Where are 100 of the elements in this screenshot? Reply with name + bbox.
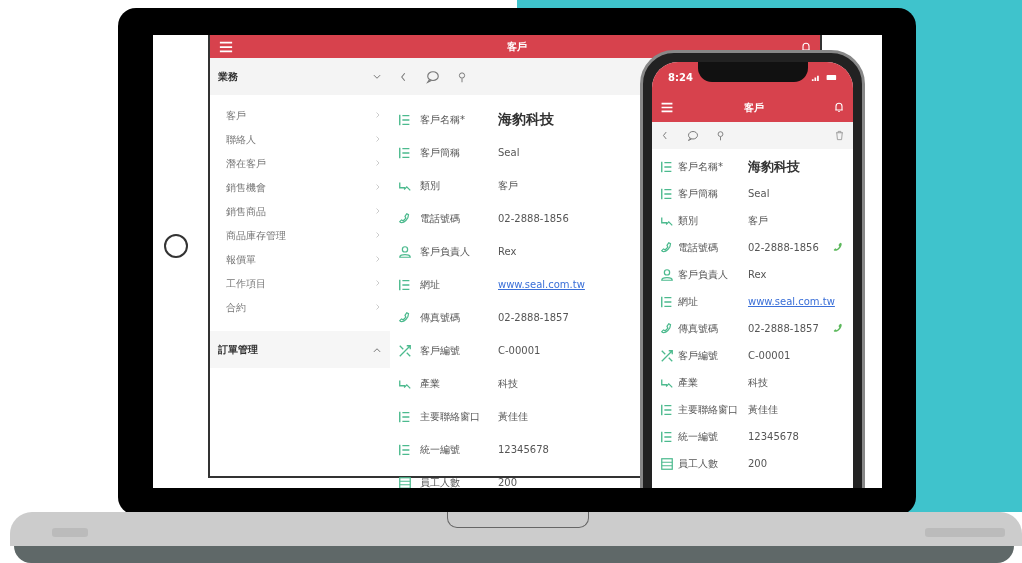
menu-icon[interactable]: [218, 39, 234, 54]
field-label: 客戶負責人: [420, 245, 471, 259]
item-label: 報價單: [226, 252, 256, 267]
sidebar-item[interactable]: 工作項目: [210, 271, 390, 295]
call-icon[interactable]: [832, 241, 845, 254]
signal-battery-icon: [811, 72, 837, 82]
sidebar-item[interactable]: 聯絡人: [210, 127, 390, 151]
lines-icon: [398, 409, 412, 424]
field-value: 黃佳佳: [748, 403, 779, 417]
lines-icon: [398, 145, 412, 160]
menu-group-header[interactable]: 業務: [210, 58, 390, 95]
chevron-right-icon: [374, 279, 382, 287]
location-pin-icon[interactable]: [715, 130, 726, 141]
field-value: 海豹科技: [748, 157, 801, 176]
field-label: 客戶負責人: [678, 268, 729, 282]
menu-icon[interactable]: [660, 100, 674, 114]
item-label: 客戶: [226, 108, 246, 123]
chevron-right-icon: [374, 303, 382, 311]
bell-icon[interactable]: [833, 101, 845, 113]
field-value: 02-2888-1856: [498, 212, 569, 226]
sidebar-item[interactable]: 報價單: [210, 247, 390, 271]
field-value: 黃佳佳: [498, 410, 528, 424]
lines-icon: [398, 112, 412, 127]
chevron-right-icon: [374, 183, 382, 191]
sidebar-item[interactable]: 銷售機會: [210, 175, 390, 199]
phone-icon: [660, 240, 674, 255]
grid-icon: [660, 456, 674, 471]
field-label: 員工人數: [420, 476, 461, 488]
field-label: 網址: [420, 278, 441, 292]
field-label: 傳真號碼: [678, 322, 719, 336]
trash-icon[interactable]: [834, 130, 845, 141]
field-label: 類別: [420, 179, 441, 193]
grid-icon: [398, 475, 412, 488]
field-label: 主要聯絡窗口: [678, 403, 739, 417]
sidebar-item[interactable]: 銷售商品: [210, 199, 390, 223]
person-icon: [398, 244, 412, 259]
sidebar-item[interactable]: 商品庫存管理: [210, 223, 390, 247]
field-label: 統一編號: [678, 430, 719, 444]
field-value: 客戶: [498, 179, 518, 193]
lines-icon: [398, 442, 412, 457]
field-label: 客戶簡稱: [678, 187, 719, 201]
ring-icon: [163, 233, 189, 259]
location-pin-icon[interactable]: [456, 70, 468, 83]
item-label: 銷售商品: [226, 204, 266, 219]
sidebar-item[interactable]: 合約: [210, 295, 390, 319]
group-label: 業務: [218, 70, 238, 84]
field-label: 電話號碼: [678, 241, 719, 255]
item-label: 聯絡人: [226, 132, 256, 147]
field-label: 客戶簡稱: [420, 146, 461, 160]
chat-icon[interactable]: [426, 69, 440, 84]
sidebar-item[interactable]: 客戶: [210, 103, 390, 127]
field-label: 網址: [678, 295, 699, 309]
field-value: Seal: [748, 187, 771, 201]
lines-icon: [660, 402, 674, 417]
bell-icon[interactable]: [800, 40, 812, 53]
item-label: 銷售機會: [226, 180, 266, 195]
field-label: 客戶編號: [420, 344, 461, 358]
status-time: 8:24: [668, 70, 693, 85]
crossed-arrows-icon: [398, 343, 412, 358]
field-value: Rex: [498, 245, 517, 259]
field-value: 科技: [748, 376, 769, 390]
field-label: 產業: [420, 377, 441, 391]
field-label: 主要聯絡窗口: [420, 410, 481, 424]
website-link[interactable]: www.seal.com.tw: [498, 277, 585, 292]
field-label: 員工人數: [678, 457, 719, 471]
field-value: 科技: [498, 377, 518, 391]
item-label: 商品庫存管理: [226, 228, 286, 243]
chevron-right-icon: [374, 255, 382, 263]
field-value: 客戶: [748, 214, 769, 228]
call-icon[interactable]: [832, 322, 845, 335]
lines-icon: [660, 159, 674, 174]
sidebar-item[interactable]: 潛在客戶: [210, 151, 390, 175]
field-label: 電話號碼: [420, 212, 461, 226]
chevron-right-icon: [374, 207, 382, 215]
field-label: 產業: [678, 376, 699, 390]
field-value: 12345678: [748, 430, 800, 444]
field-label: 類別: [678, 214, 699, 228]
field-value: 200: [498, 476, 518, 488]
field-label: 統一編號: [420, 443, 461, 457]
phone-icon: [660, 321, 674, 336]
field-value: 02-2888-1857: [498, 311, 569, 325]
field-label: 客戶編號: [678, 349, 719, 363]
item-label: 工作項目: [226, 276, 266, 291]
crossed-arrows-icon: [660, 348, 674, 363]
item-label: 潛在客戶: [226, 156, 266, 171]
website-link[interactable]: www.seal.com.tw: [748, 294, 845, 309]
field-label: 客戶名稱*: [420, 113, 466, 127]
lines-icon: [660, 429, 674, 444]
chevron-right-icon: [374, 159, 382, 167]
page-title: 客戶: [742, 100, 765, 115]
menu-group-header[interactable]: 訂單管理: [210, 331, 390, 368]
field-value: 02-2888-1857: [748, 322, 820, 336]
person-icon: [660, 267, 674, 282]
page-title: 客戶: [506, 40, 528, 54]
chevron-right-icon: [374, 135, 382, 143]
chevron-right-icon: [374, 111, 382, 119]
chat-icon[interactable]: [687, 129, 699, 142]
field-label: 傳真號碼: [420, 311, 461, 325]
field-value: C-00001: [498, 344, 541, 358]
field-value: Rex: [748, 268, 768, 282]
